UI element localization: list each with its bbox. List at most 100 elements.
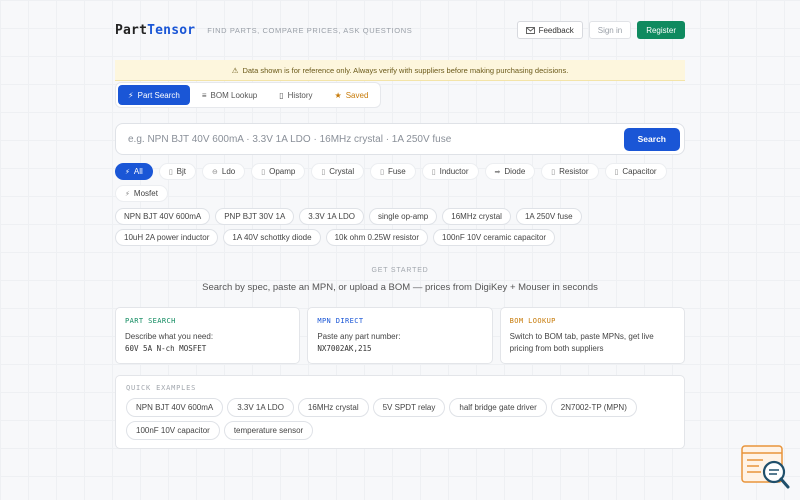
category-opamp[interactable]: ▯ Opamp — [251, 163, 306, 180]
quick-example-chip[interactable]: 2N7002-TP (MPN) — [550, 398, 637, 417]
card-description: Switch to BOM tab, paste MPNs, get live … — [509, 332, 654, 353]
quick-example-chip[interactable]: 16MHz crystal — [297, 398, 369, 417]
quick-example-chip[interactable]: 3.3V 1A LDO — [227, 398, 294, 417]
warning-icon: ⚠ — [231, 65, 239, 75]
bolt-icon: ⚡ — [128, 90, 134, 100]
mode-tabs: ⚡ Part Search ≡ BOM Lookup ▯ History ★ S… — [115, 82, 382, 108]
card-description: Describe what you need: — [125, 332, 214, 341]
category-inductor[interactable]: ▯ Inductor — [421, 163, 479, 180]
suggestion-chip[interactable]: 100nF 10V ceramic capacitor — [433, 229, 556, 246]
get-started-label: GET STARTED — [371, 267, 429, 274]
category-label: Diode — [504, 167, 526, 176]
suggestion-chip[interactable]: 10uH 2A power inductor — [115, 229, 219, 246]
fuse-icon: ▯ — [380, 168, 384, 176]
card-example: 60V 5A N-ch MOSFET — [125, 344, 207, 353]
logo[interactable]: PartTensor — [115, 23, 195, 38]
tab-saved[interactable]: ★ Saved — [325, 85, 379, 105]
suggestion-chip[interactable]: 1A 250V fuse — [515, 208, 582, 225]
category-fuse[interactable]: ▯ Fuse — [370, 163, 416, 180]
tab-label: Saved — [345, 90, 369, 100]
search-document-icon — [741, 445, 790, 489]
feature-cards: PART SEARCH Describe what you need: 60V … — [115, 307, 685, 364]
quick-example-chip[interactable]: temperature sensor — [223, 421, 314, 440]
card-bom-lookup[interactable]: BOM LOOKUP Switch to BOM tab, paste MPNs… — [499, 307, 685, 364]
suggestion-chip[interactable]: 16MHz crystal — [442, 208, 511, 225]
suggestion-chip[interactable]: 3.3V 1A LDO — [299, 208, 364, 225]
category-mosfet[interactable]: ⚡ Mosfet — [115, 185, 168, 202]
header: PartTensor FIND PARTS, COMPARE PRICES, A… — [115, 18, 685, 42]
get-started-subtitle: Search by spec, paste an MPN, or upload … — [202, 282, 598, 293]
category-diode[interactable]: ➡ Diode — [484, 163, 536, 180]
quick-example-chip[interactable]: 5V SPDT relay — [372, 398, 446, 417]
mail-icon — [525, 26, 535, 34]
tagline: FIND PARTS, COMPARE PRICES, ASK QUESTION… — [207, 25, 413, 35]
ldo-icon: ⊖ — [212, 168, 218, 176]
tab-bom-lookup[interactable]: ≡ BOM Lookup — [192, 85, 267, 105]
logo-tensor: Tensor — [147, 22, 196, 38]
card-mpn-direct[interactable]: MPN DIRECT Paste any part number: NX7002… — [307, 307, 493, 364]
category-label: Crystal — [329, 167, 355, 176]
signin-button[interactable]: Sign in — [588, 21, 632, 39]
search-bar: Search — [115, 123, 685, 155]
tab-label: Part Search — [137, 90, 180, 100]
category-label: Inductor — [439, 167, 469, 176]
quick-example-chip[interactable]: 100nF 10V capacitor — [126, 421, 220, 440]
quick-examples-panel: QUICK EXAMPLES NPN BJT 40V 600mA 3.3V 1A… — [115, 375, 685, 449]
category-ldo[interactable]: ⊖ Ldo — [202, 163, 246, 180]
category-label: Fuse — [387, 167, 406, 176]
disclaimer-banner: ⚠ Data shown is for reference only. Alwa… — [115, 60, 685, 81]
category-label: Capacitor — [622, 167, 657, 176]
suggestion-chip[interactable]: single op-amp — [369, 208, 438, 225]
category-label: Resistor — [559, 167, 589, 176]
tab-part-search[interactable]: ⚡ Part Search — [118, 85, 190, 105]
card-part-search[interactable]: PART SEARCH Describe what you need: 60V … — [115, 307, 301, 364]
list-icon: ≡ — [201, 90, 207, 100]
feedback-button[interactable]: Feedback — [516, 21, 583, 39]
category-label: Ldo — [221, 167, 236, 176]
suggestion-chip[interactable]: 10k ohm 0.25W resistor — [325, 229, 429, 246]
register-button[interactable]: Register — [637, 21, 685, 39]
category-filters: ⚡ All ▯ Bjt ⊖ Ldo ▯ Opamp ▯ Crystal ▯ Fuse ▯ In… — [115, 163, 695, 202]
resistor-icon: ▯ — [551, 168, 556, 176]
category-label: Mosfet — [133, 189, 158, 198]
star-icon: ★ — [334, 90, 342, 100]
card-title: MPN DIRECT — [317, 317, 364, 325]
tab-label: BOM Lookup — [210, 90, 258, 100]
card-description: Paste any part number: — [317, 332, 401, 341]
category-label: Bjt — [176, 167, 187, 176]
suggestion-chip[interactable]: 1A 40V schottky diode — [223, 229, 321, 246]
search-button[interactable]: Search — [623, 127, 680, 151]
suggestion-chip[interactable]: NPN BJT 40V 600mA — [115, 208, 211, 225]
tab-label: History — [287, 90, 313, 100]
search-input[interactable] — [128, 133, 624, 145]
header-actions: Feedback Sign in Register — [516, 21, 685, 39]
capacitor-icon: ▯ — [614, 168, 619, 176]
inductor-icon: ▯ — [431, 168, 436, 176]
category-label: Opamp — [269, 167, 296, 176]
opamp-icon: ▯ — [261, 168, 266, 176]
arrow-right-icon: ➡ — [494, 168, 501, 176]
category-bjt[interactable]: ▯ Bjt — [158, 163, 197, 180]
logo-part: Part — [115, 22, 148, 38]
card-title: PART SEARCH — [125, 317, 176, 325]
category-crystal[interactable]: ▯ Crystal — [311, 163, 365, 180]
crystal-icon: ▯ — [321, 168, 326, 176]
suggestion-chip[interactable]: PNP BJT 30V 1A — [215, 208, 295, 225]
quick-examples-title: QUICK EXAMPLES — [126, 384, 197, 392]
bjt-icon: ▯ — [168, 168, 173, 176]
card-title: BOM LOOKUP — [509, 317, 556, 325]
quick-example-chip[interactable]: NPN BJT 40V 600mA — [126, 398, 224, 417]
category-label: All — [133, 167, 143, 176]
quick-examples-list: NPN BJT 40V 600mA 3.3V 1A LDO 16MHz crys… — [126, 398, 674, 440]
card-example: NX7002AK,215 — [317, 344, 372, 353]
category-capacitor[interactable]: ▯ Capacitor — [604, 163, 667, 180]
suggestion-chips: NPN BJT 40V 600mA PNP BJT 30V 1A 3.3V 1A… — [115, 208, 635, 246]
bolt-icon: ⚡ — [125, 168, 130, 176]
category-resistor[interactable]: ▯ Resistor — [541, 163, 599, 180]
feedback-label: Feedback — [538, 25, 574, 35]
category-all[interactable]: ⚡ All — [115, 163, 153, 180]
tab-history[interactable]: ▯ History — [269, 85, 322, 105]
bolt-icon: ⚡ — [125, 190, 130, 198]
quick-example-chip[interactable]: half bridge gate driver — [449, 398, 547, 417]
disclaimer-text: Data shown is for reference only. Always… — [242, 65, 569, 75]
